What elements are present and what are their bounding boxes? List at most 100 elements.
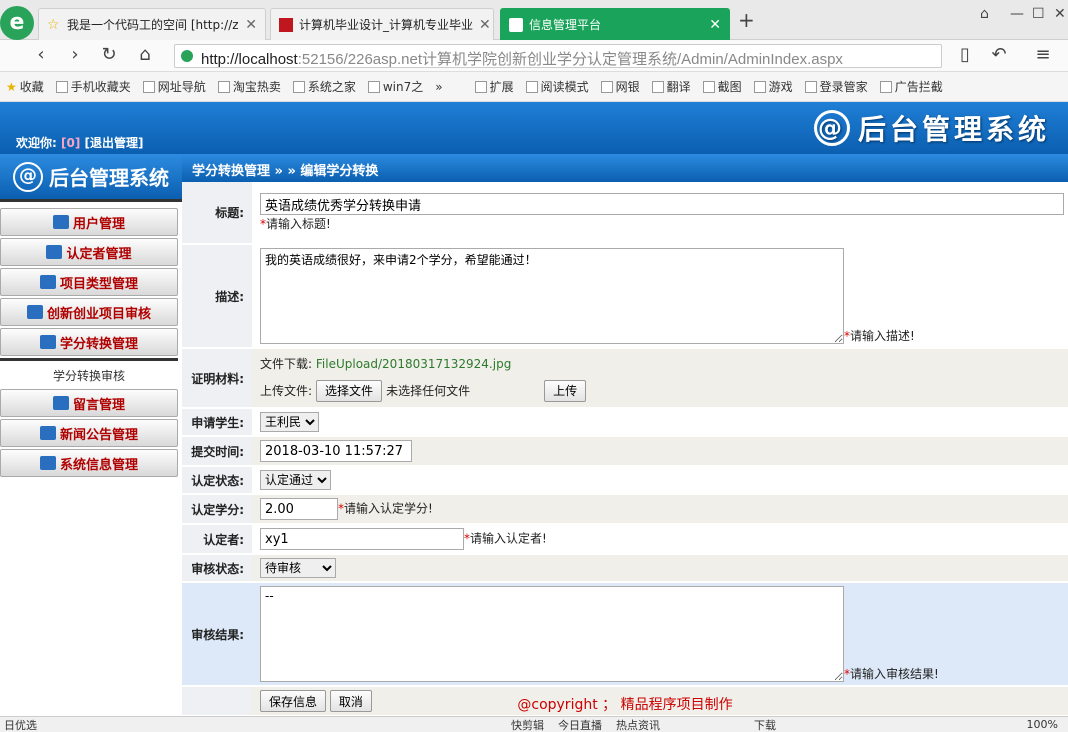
submit-time-label: 提交时间: xyxy=(182,436,252,467)
student-label: 申请学生: xyxy=(182,408,252,437)
at-logo-icon: @ xyxy=(13,161,43,192)
download-file-link[interactable]: FileUpload/20180317132924.jpg xyxy=(316,357,511,371)
tab-2[interactable]: 计算机毕业设计_计算机专业毕业 ✕ xyxy=(270,8,494,40)
sidebar-item-messages[interactable]: 留言管理 xyxy=(0,389,178,417)
menu-icon xyxy=(46,245,63,259)
tab-close-icon[interactable]: ✕ xyxy=(709,17,721,33)
undo-icon[interactable]: ↶ xyxy=(986,44,1012,65)
review-status-select[interactable]: 待审核 xyxy=(260,558,336,578)
maximize-icon[interactable]: ☐ xyxy=(1032,6,1045,22)
title-hint: 请输入标题! xyxy=(266,217,331,231)
tab-2-label: 计算机毕业设计_计算机专业毕业 xyxy=(299,18,474,32)
page-icon xyxy=(142,80,155,93)
tool-login-manager[interactable]: 登录管家 xyxy=(799,78,874,95)
certifier-input[interactable] xyxy=(260,528,464,550)
welcome-text: 欢迎你: [0] [退出管理] xyxy=(16,136,144,150)
bookmark-item[interactable]: 系统之家 xyxy=(287,78,362,95)
bookmark-item[interactable]: 淘宝热卖 xyxy=(212,78,287,95)
tab-1[interactable]: ☆ 我是一个代码工的空间 [http://z ✕ xyxy=(38,8,266,40)
sidebar-item-certifiers[interactable]: 认定者管理 xyxy=(0,238,178,266)
menu-icon[interactable]: ≡ xyxy=(1030,44,1056,65)
review-result-textarea[interactable]: -- xyxy=(260,586,844,682)
review-result-label: 审核结果: xyxy=(182,582,252,687)
tool-screenshot[interactable]: 截图 xyxy=(697,78,748,95)
grid-icon xyxy=(474,80,487,93)
sidebar: @ 后台管理系统 用户管理 认定者管理 项目类型管理 创新创业项目审核 学分转换… xyxy=(0,154,182,720)
status-item-live[interactable]: 今日直播 xyxy=(558,717,602,732)
page-icon xyxy=(292,80,305,93)
desc-textarea[interactable]: 我的英语成绩很好，来申请2个学分，希望能通过！ xyxy=(260,248,844,344)
menu-icon xyxy=(39,335,56,349)
student-select[interactable]: 王利民 xyxy=(260,412,319,432)
bookmark-item[interactable]: win7之 xyxy=(362,78,429,95)
star-icon: ★ xyxy=(6,79,17,94)
menu-icon xyxy=(39,456,56,470)
sidebar-item-project-types[interactable]: 项目类型管理 xyxy=(0,268,178,296)
home-icon[interactable]: ⌂ xyxy=(132,44,158,65)
reload-icon[interactable]: ↻ xyxy=(96,44,122,65)
review-status-label: 审核状态: xyxy=(182,554,252,583)
page-favicon-icon xyxy=(509,17,523,32)
sidebar-item-system-info[interactable]: 系统信息管理 xyxy=(0,449,178,477)
footer-copyright: @copyright ； 精品程序项目制作 xyxy=(517,697,733,713)
url-path: :52156/226asp.net计算机学院创新创业学分认定管理系统/Admin… xyxy=(297,51,843,68)
title-label: 标题: xyxy=(182,182,252,245)
status-item-quickclip[interactable]: 快剪辑 xyxy=(511,717,544,732)
certifier-hint: 请输入认定者! xyxy=(470,531,547,546)
status-item-download[interactable]: 下载 xyxy=(754,717,776,732)
shirt-icon[interactable]: ⌂ xyxy=(980,6,989,22)
status-left: 日优选 xyxy=(4,718,37,732)
tool-extensions[interactable]: 扩展 xyxy=(469,78,520,95)
forward-icon[interactable]: › xyxy=(62,44,88,65)
menu-icon xyxy=(52,215,69,229)
bookmark-item[interactable]: ★ 收藏 xyxy=(0,78,50,95)
tool-translate[interactable]: 翻译 xyxy=(646,78,697,95)
current-user: [0] xyxy=(61,136,81,150)
submit-time-input[interactable] xyxy=(260,440,412,462)
page-icon xyxy=(367,80,380,93)
tab-3[interactable]: 信息管理平台 ✕ xyxy=(500,8,730,40)
download-label: 文件下载: xyxy=(260,356,313,371)
tab-close-icon[interactable]: ✕ xyxy=(245,17,257,33)
sidebar-item-news[interactable]: 新闻公告管理 xyxy=(0,419,178,447)
scissors-icon xyxy=(702,80,715,93)
credit-hint: 请输入认定学分! xyxy=(344,501,433,516)
proof-label: 证明材料: xyxy=(182,348,252,409)
new-tab-button[interactable]: + xyxy=(738,8,755,32)
header-title: @ 后台管理系统 xyxy=(813,108,1050,148)
bookmark-item[interactable]: 网址导航 xyxy=(137,78,212,95)
tool-ad-block[interactable]: 广告拦截 xyxy=(874,78,949,95)
choose-file-button[interactable]: 选择文件 xyxy=(316,379,383,402)
logout-link[interactable]: [退出管理] xyxy=(85,136,144,150)
status-select[interactable]: 认定通过 xyxy=(260,470,331,490)
zoom-level[interactable]: 100% xyxy=(1027,718,1068,731)
tool-reading-mode[interactable]: 阅读模式 xyxy=(520,78,595,95)
bookmark-more[interactable]: » xyxy=(429,80,448,94)
minimize-icon[interactable]: — xyxy=(1010,6,1024,22)
tab-close-icon[interactable]: ✕ xyxy=(479,17,491,33)
close-window-icon[interactable]: ✕ xyxy=(1054,6,1066,22)
sidebar-item-project-review[interactable]: 创新创业项目审核 xyxy=(0,298,178,326)
certifier-label: 认定者: xyxy=(182,524,252,555)
secure-shield-icon xyxy=(181,50,193,62)
upload-button[interactable]: 上传 xyxy=(544,379,587,402)
bookmark-item[interactable]: 手机收藏夹 xyxy=(50,78,137,95)
url-input[interactable]: http://localhost:52156/226asp.net计算机学院创新… xyxy=(174,44,942,68)
block-icon xyxy=(879,80,892,93)
admin-header: 欢迎你: [0] [退出管理] @ 后台管理系统 xyxy=(0,102,1068,154)
status-item-news[interactable]: 热点资讯 xyxy=(616,717,660,732)
phone-icon[interactable]: ▯ xyxy=(952,44,978,65)
tool-games[interactable]: 游戏 xyxy=(748,78,799,95)
edit-credit-form: 标题: *请输入标题! 描述: 我的英语成绩很好，来申请2个学分，希望能通过！*… xyxy=(182,182,1068,717)
credit-input[interactable] xyxy=(260,498,338,520)
phone-icon xyxy=(55,80,68,93)
title-input[interactable] xyxy=(260,193,1064,215)
sidebar-item-credit-transfer[interactable]: 学分转换管理 xyxy=(0,328,178,356)
back-icon[interactable]: ‹ xyxy=(28,44,54,65)
sidebar-item-users[interactable]: 用户管理 xyxy=(0,208,178,236)
sidebar-subitem-credit-review[interactable]: 学分转换审核 xyxy=(0,363,178,389)
status-label: 认定状态: xyxy=(182,466,252,495)
desc-label: 描述: xyxy=(182,244,252,349)
tool-bank[interactable]: 网银 xyxy=(595,78,646,95)
menu-icon xyxy=(39,426,56,440)
